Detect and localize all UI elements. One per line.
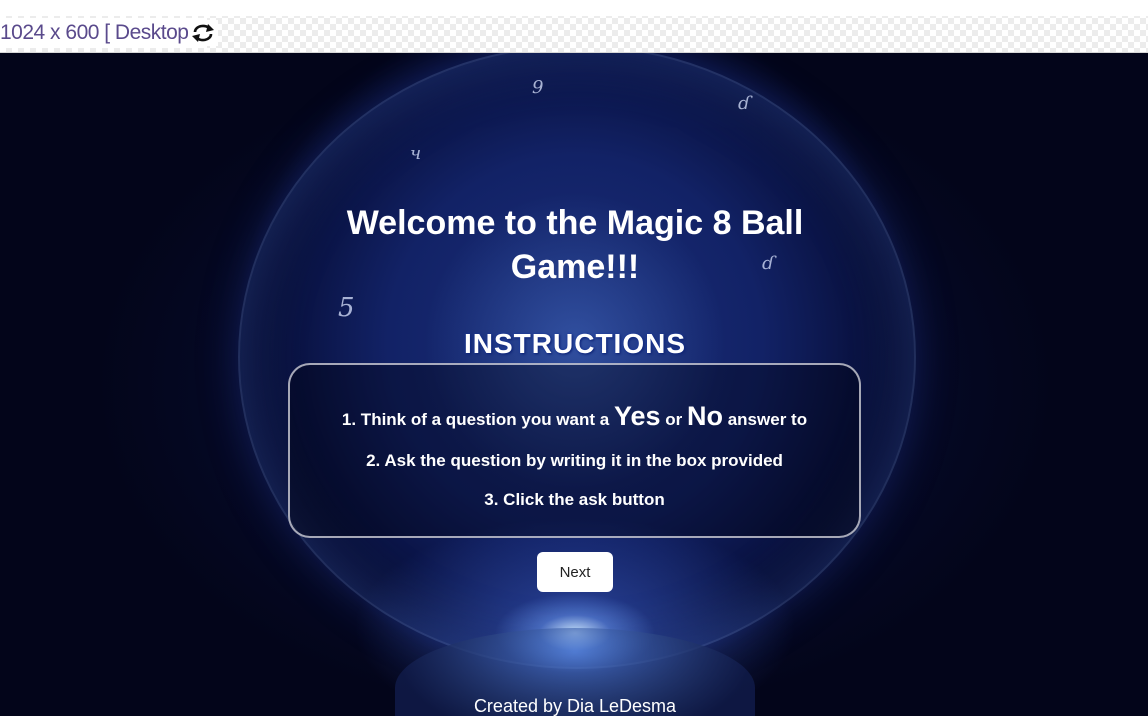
page-title: Welcome to the Magic 8 Ball Game!!! xyxy=(346,204,804,286)
yes-word: Yes xyxy=(613,401,661,431)
step-1-suffix: answer to xyxy=(727,410,808,429)
decorative-glyph: ɗ xyxy=(738,93,751,114)
decorative-glyph: 9 xyxy=(532,77,544,98)
instructions-heading: INSTRUCTIONS xyxy=(464,328,686,359)
step-1-prefix: 1. Think of a question you want a xyxy=(341,410,610,429)
next-button[interactable]: Next xyxy=(537,552,613,592)
author-credit: Created by Dia LeDesma xyxy=(473,696,677,716)
game-screen: 9 ɗ ч 5 ɗ Welcome to the Magic 8 Ball Ga… xyxy=(0,53,1148,716)
instructions-panel: 1. Think of a question you want a Yes or… xyxy=(288,363,861,538)
toolbar-top-strip xyxy=(0,0,1148,16)
no-word: No xyxy=(686,401,723,431)
viewer-toolbar: 1024 x 600 [ Desktop ] xyxy=(0,0,1148,53)
or-word: or xyxy=(665,410,683,429)
instruction-step-3: 3. Click the ask button xyxy=(484,490,665,509)
instruction-step-1: 1. Think of a question you want a Yes or… xyxy=(290,401,859,432)
decorative-glyph: ч xyxy=(410,143,422,164)
decorative-glyph: 5 xyxy=(338,293,355,323)
rotate-icon[interactable] xyxy=(188,20,218,46)
viewport-size-label[interactable]: 1024 x 600 [ Desktop ] xyxy=(0,18,208,48)
instruction-step-2: 2. Ask the question by writing it in the… xyxy=(366,451,783,470)
